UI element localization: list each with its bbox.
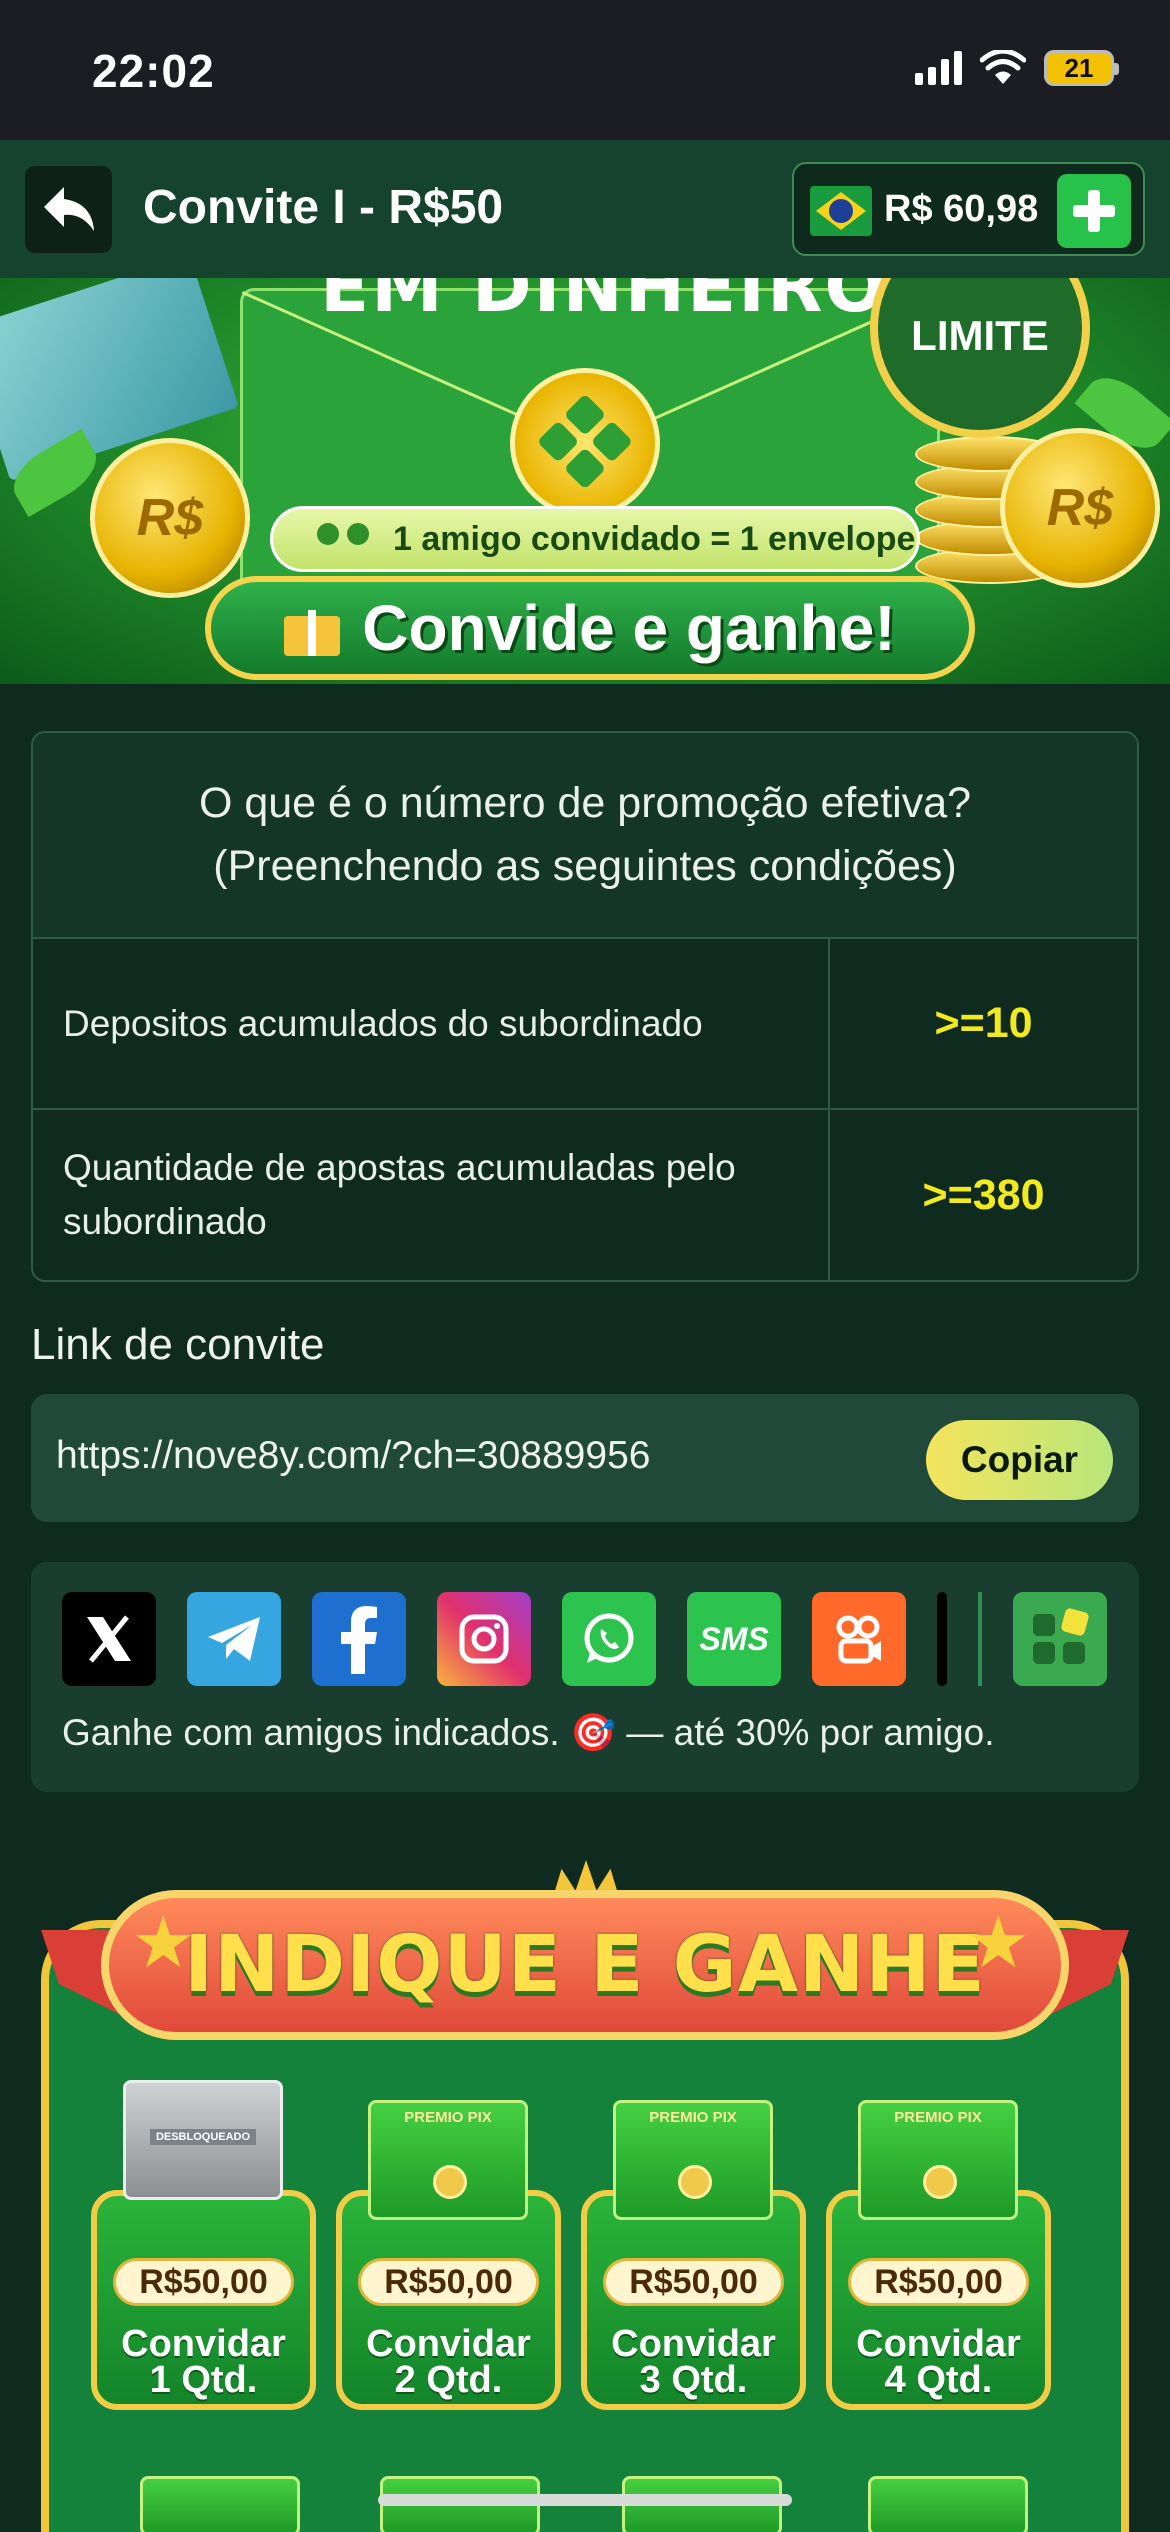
sms-icon[interactable]: SMS bbox=[687, 1592, 781, 1686]
reward-amount: R$50,00 bbox=[358, 2258, 539, 2306]
reward-label: Convidar 4 Qtd. bbox=[826, 2323, 1051, 2401]
coin-symbol: R$ bbox=[1046, 479, 1114, 537]
telegram-icon[interactable] bbox=[187, 1592, 281, 1686]
condition-label: Depositos acumulados do subordinado bbox=[33, 939, 830, 1108]
share-panel: SMS Ganhe com amigos indicados. 🎯 — até … bbox=[31, 1562, 1139, 1792]
share-caption: Ganhe com amigos indicados. 🎯 — até 30% … bbox=[62, 1712, 995, 1753]
header: Convite I - R$50 R$ 60,98 bbox=[0, 140, 1170, 278]
status-time: 22:02 bbox=[92, 45, 215, 97]
plus-icon bbox=[1073, 190, 1115, 232]
envelope-label: PREMIO PIX bbox=[894, 2109, 982, 2126]
invite-link-title: Link de convite bbox=[31, 1320, 325, 1369]
reward-label-line1: Convidar bbox=[611, 2323, 776, 2365]
invite-earn-text: Convide e ganhe! bbox=[362, 592, 896, 664]
coin-icon: R$ bbox=[90, 438, 250, 598]
reward-label-line2: 2 Qtd. bbox=[394, 2359, 503, 2401]
coin-symbol: R$ bbox=[136, 489, 204, 547]
reward-label-line2: 4 Qtd. bbox=[884, 2359, 993, 2401]
pix-envelope-icon: PREMIO PIX bbox=[858, 2100, 1018, 2220]
facebook-icon[interactable] bbox=[312, 1592, 406, 1686]
battery-level: 21 bbox=[1064, 52, 1094, 83]
reward-label-line1: Convidar bbox=[121, 2323, 286, 2365]
reward-card[interactable]: PREMIO PIX R$50,00 Convidar 4 Qtd. bbox=[826, 2080, 1051, 2440]
reward-label-line2: 1 Qtd. bbox=[149, 2359, 258, 2401]
star-icon: ★ bbox=[966, 1903, 1031, 1983]
back-arrow-icon bbox=[43, 186, 94, 231]
more-apps-icon[interactable] bbox=[1013, 1592, 1107, 1686]
page-title: Convite I - R$50 bbox=[143, 181, 504, 234]
coin-icon: R$ bbox=[1000, 428, 1160, 588]
conditions-heading-line2: (Preenchendo as seguintes condições) bbox=[213, 842, 957, 890]
reward-amount: R$50,00 bbox=[603, 2258, 784, 2306]
reward-label-line1: Convidar bbox=[366, 2323, 531, 2365]
star-icon: ★ bbox=[131, 1903, 196, 1983]
friend-envelope-pill: 1 amigo convidado = 1 envelope bbox=[270, 506, 920, 572]
sms-label: SMS bbox=[699, 1620, 769, 1657]
balance-amount: R$ 60,98 bbox=[884, 188, 1039, 230]
pix-envelope-icon: PREMIO PIX bbox=[368, 2100, 528, 2220]
page: 22:02 21 Convite I - R$50 R$ 60,98 EM DI… bbox=[0, 0, 1170, 2532]
reward-label-line2: 3 Qtd. bbox=[639, 2359, 748, 2401]
limit-badge-text: LIMITE bbox=[911, 312, 1049, 359]
gift-icon bbox=[284, 600, 341, 656]
locked-envelope-icon: DESBLOQUEADO bbox=[123, 2080, 283, 2200]
reward-label: Convidar 1 Qtd. bbox=[91, 2323, 316, 2401]
table-row: Depositos acumulados do subordinado >=10 bbox=[33, 939, 1137, 1110]
reward-amount: R$50,00 bbox=[848, 2258, 1029, 2306]
condition-value: >=10 bbox=[934, 999, 1033, 1047]
envelope-label: PREMIO PIX bbox=[404, 2109, 492, 2126]
status-bar: 22:02 21 bbox=[0, 0, 1170, 140]
envelope-label: PREMIO PIX bbox=[649, 2109, 737, 2126]
reward-label: Convidar 2 Qtd. bbox=[336, 2323, 561, 2401]
reward-card[interactable]: PREMIO PIX R$50,00 Convidar 3 Qtd. bbox=[581, 2080, 806, 2440]
signal-icon bbox=[915, 51, 962, 85]
condition-value: >=380 bbox=[922, 1170, 1045, 1219]
balance-box[interactable]: R$ 60,98 bbox=[792, 162, 1145, 256]
instagram-icon[interactable] bbox=[437, 1592, 531, 1686]
reward-label: Convidar 3 Qtd. bbox=[581, 2323, 806, 2401]
pix-envelope-icon bbox=[140, 2476, 300, 2532]
friend-envelope-text: 1 amigo convidado = 1 envelope bbox=[393, 519, 916, 558]
conditions-heading-line1: O que é o número de promoção efetiva? bbox=[198, 779, 972, 827]
reward-card[interactable]: DESBLOQUEADO R$50,00 Convidar 1 Qtd. bbox=[91, 2080, 316, 2440]
home-indicator[interactable] bbox=[378, 2494, 792, 2506]
promo-banner: EM DINHEIRO LIMITE R$ R$ 1 amigo convida… bbox=[0, 278, 1170, 684]
refer-rewards-section: INDIQUE E GANHE ★ ★ DESBLOQUEADO R$50,00… bbox=[31, 1860, 1139, 2532]
friends-icon bbox=[313, 523, 383, 559]
brazil-flag-icon bbox=[810, 186, 872, 236]
tiktok-icon[interactable] bbox=[937, 1592, 947, 1686]
reward-card[interactable]: PREMIO PIX R$50,00 Convidar 2 Qtd. bbox=[336, 2080, 561, 2440]
condition-label: Quantidade de apostas acumuladas pelo su… bbox=[33, 1110, 830, 1280]
x-icon[interactable] bbox=[62, 1592, 156, 1686]
envelope-label: DESBLOQUEADO bbox=[149, 2129, 257, 2145]
banner-headline: EM DINHEIRO bbox=[320, 278, 888, 328]
reward-label-line1: Convidar bbox=[856, 2323, 1021, 2365]
wifi-icon bbox=[980, 50, 1026, 84]
copy-button[interactable]: Copiar bbox=[926, 1420, 1113, 1500]
conditions-heading: O que é o número de promoção efetiva? (P… bbox=[33, 733, 1137, 939]
rewards-grid: DESBLOQUEADO R$50,00 Convidar 1 Qtd. PRE… bbox=[91, 2080, 1051, 2440]
pix-envelope-icon: PREMIO PIX bbox=[613, 2100, 773, 2220]
rewards-ribbon: INDIQUE E GANHE bbox=[101, 1890, 1069, 2040]
deposit-button[interactable] bbox=[1057, 174, 1131, 248]
share-divider bbox=[978, 1592, 982, 1686]
invite-earn-pill: Convide e ganhe! bbox=[205, 576, 975, 680]
status-icons: 21 bbox=[915, 50, 1119, 86]
kwai-icon[interactable] bbox=[812, 1592, 906, 1686]
reward-amount: R$50,00 bbox=[113, 2258, 294, 2306]
rewards-title: INDIQUE E GANHE bbox=[184, 1920, 986, 2010]
table-row: Quantidade de apostas acumuladas pelo su… bbox=[33, 1110, 1137, 1280]
pix-envelope-icon bbox=[868, 2476, 1028, 2532]
whatsapp-icon[interactable] bbox=[562, 1592, 656, 1686]
invite-link-box: https://nove8y.com/?ch=30889956 Copiar bbox=[31, 1394, 1139, 1522]
conditions-table: O que é o número de promoção efetiva? (P… bbox=[31, 731, 1139, 1282]
invite-link-url[interactable]: https://nove8y.com/?ch=30889956 bbox=[56, 1434, 650, 1478]
share-icons-row: SMS bbox=[62, 1592, 1107, 1686]
back-button[interactable] bbox=[25, 166, 112, 253]
battery-icon: 21 bbox=[1044, 50, 1119, 86]
clover-coin-icon bbox=[510, 368, 660, 518]
